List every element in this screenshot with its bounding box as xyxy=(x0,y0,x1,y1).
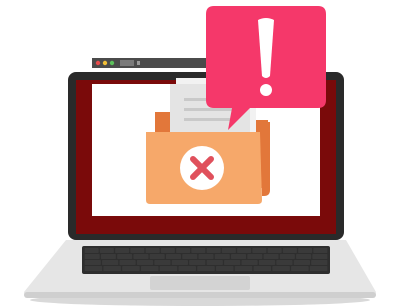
address-bar-dot xyxy=(137,61,140,65)
keyboard-key xyxy=(84,266,103,271)
keyboard-key xyxy=(140,266,159,271)
trackpad xyxy=(150,276,250,290)
keyboard-key xyxy=(145,248,160,253)
document-line xyxy=(184,118,230,121)
keyboard-key xyxy=(176,248,191,253)
base-front-edge xyxy=(24,292,376,298)
keyboard-key xyxy=(206,248,221,253)
document-line xyxy=(184,108,238,111)
window-close-icon xyxy=(95,60,101,66)
keyboard-key xyxy=(279,254,295,259)
keyboard-key xyxy=(198,254,214,259)
keyboard-key xyxy=(215,266,234,271)
keyboard-key xyxy=(117,254,133,259)
keyboard-key xyxy=(312,254,328,259)
keyboard-key xyxy=(309,266,328,271)
keyboard-key xyxy=(214,254,230,259)
keyboard-key xyxy=(247,254,263,259)
keyboard-key xyxy=(298,248,313,253)
keyboard-key xyxy=(178,266,197,271)
keyboard-key xyxy=(100,254,116,259)
keyboard-key xyxy=(267,248,282,253)
keyboard-key xyxy=(182,254,198,259)
keyboard-key xyxy=(282,248,297,253)
keyboard-key xyxy=(252,248,267,253)
keyboard-key xyxy=(311,260,328,265)
keyboard-key xyxy=(197,266,215,271)
window-minimize-icon xyxy=(102,60,108,66)
keyboard-key xyxy=(263,254,279,259)
keyboard-key xyxy=(159,266,178,271)
keyboard-key xyxy=(84,260,101,265)
keyboard-key xyxy=(149,254,165,259)
keyboard-key xyxy=(191,248,206,253)
keyboard-key xyxy=(237,248,252,253)
keyboard-key xyxy=(154,260,171,265)
keyboard-key xyxy=(102,260,119,265)
keyboard-key xyxy=(221,248,236,253)
keyboard-key xyxy=(313,248,328,253)
keyboard-key xyxy=(293,260,310,265)
window-maximize-icon xyxy=(109,60,115,66)
keyboard-key xyxy=(272,266,290,271)
keyboard-key xyxy=(84,248,99,253)
keyboard-key xyxy=(241,260,258,265)
keyboard-key xyxy=(296,254,312,259)
keyboard-key xyxy=(136,260,154,265)
keyboard-key xyxy=(119,260,136,265)
keyboard-key xyxy=(234,266,253,271)
keyboard-key xyxy=(133,254,149,259)
keyboard-key xyxy=(206,260,223,265)
address-bar xyxy=(120,60,134,66)
keyboard-key xyxy=(99,248,114,253)
keyboard-key xyxy=(165,254,181,259)
keyboard-key xyxy=(253,266,272,271)
keyboard-key xyxy=(224,260,241,265)
browser-window-bar xyxy=(92,58,222,68)
keyboard-key xyxy=(84,254,100,259)
keyboard-key xyxy=(103,266,121,271)
keyboard-key xyxy=(276,260,293,265)
keyboard-key xyxy=(130,248,145,253)
keyboard-key xyxy=(160,248,175,253)
keyboard-key xyxy=(291,266,309,271)
keyboard-key xyxy=(115,248,130,253)
keyboard-key xyxy=(122,266,140,271)
keyboard-key xyxy=(231,254,247,259)
keyboard-key xyxy=(189,260,206,265)
laptop-error-illustration xyxy=(24,6,376,306)
keyboard-key xyxy=(258,260,276,265)
keyboard-key xyxy=(171,260,188,265)
